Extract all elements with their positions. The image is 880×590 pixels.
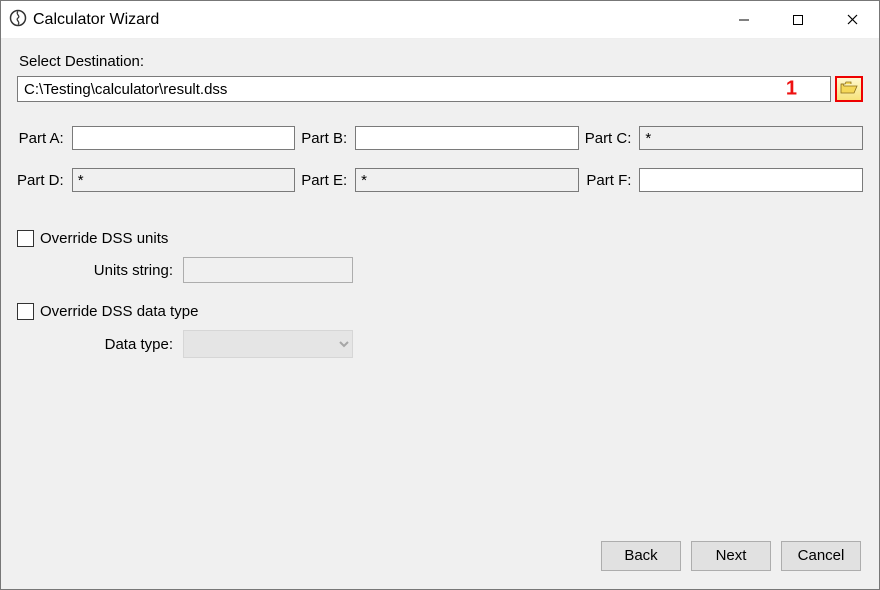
data-type-select xyxy=(183,330,353,358)
next-button[interactable]: Next xyxy=(691,541,771,571)
part-b-input[interactable] xyxy=(355,126,579,150)
minimize-button[interactable] xyxy=(717,1,771,38)
app-icon xyxy=(9,9,27,31)
part-a-label: Part A: xyxy=(17,130,66,147)
browse-button[interactable] xyxy=(835,76,863,102)
close-button[interactable] xyxy=(825,1,879,38)
part-f-input[interactable] xyxy=(639,168,863,192)
destination-input[interactable] xyxy=(17,76,831,102)
back-button[interactable]: Back xyxy=(601,541,681,571)
part-e-label: Part E: xyxy=(301,172,349,189)
destination-label: Select Destination: xyxy=(19,53,863,70)
part-a-input[interactable] xyxy=(72,126,296,150)
cancel-button[interactable]: Cancel xyxy=(781,541,861,571)
part-f-label: Part F: xyxy=(585,172,634,189)
folder-open-icon xyxy=(840,81,858,98)
override-units-label: Override DSS units xyxy=(40,230,168,247)
part-c-input xyxy=(639,126,863,150)
override-type-checkbox[interactable] xyxy=(17,303,34,320)
override-units-row[interactable]: Override DSS units xyxy=(17,230,863,247)
maximize-button[interactable] xyxy=(771,1,825,38)
wizard-window: Calculator Wizard Select Destination: 1 xyxy=(0,0,880,590)
destination-row: 1 xyxy=(17,76,863,102)
units-string-row: Units string: xyxy=(17,257,863,283)
override-units-checkbox[interactable] xyxy=(17,230,34,247)
parts-grid: Part A: Part B: Part C: Part D: Part E: … xyxy=(17,126,863,192)
override-type-label: Override DSS data type xyxy=(40,303,198,320)
data-type-label: Data type: xyxy=(73,336,173,353)
content-area: Select Destination: 1 Part A: Part B: Pa xyxy=(1,39,879,589)
units-string-label: Units string: xyxy=(73,262,173,279)
part-d-label: Part D: xyxy=(17,172,66,189)
data-type-row: Data type: xyxy=(17,330,863,358)
title-bar: Calculator Wizard xyxy=(1,1,879,39)
part-b-label: Part B: xyxy=(301,130,349,147)
window-controls xyxy=(717,1,879,38)
window-title: Calculator Wizard xyxy=(27,11,717,29)
part-e-input xyxy=(355,168,579,192)
options-section: Override DSS units Units string: Overrid… xyxy=(17,230,863,378)
button-row: Back Next Cancel xyxy=(17,541,863,573)
override-type-row[interactable]: Override DSS data type xyxy=(17,303,863,320)
units-string-input xyxy=(183,257,353,283)
part-d-input xyxy=(72,168,296,192)
part-c-label: Part C: xyxy=(585,130,634,147)
